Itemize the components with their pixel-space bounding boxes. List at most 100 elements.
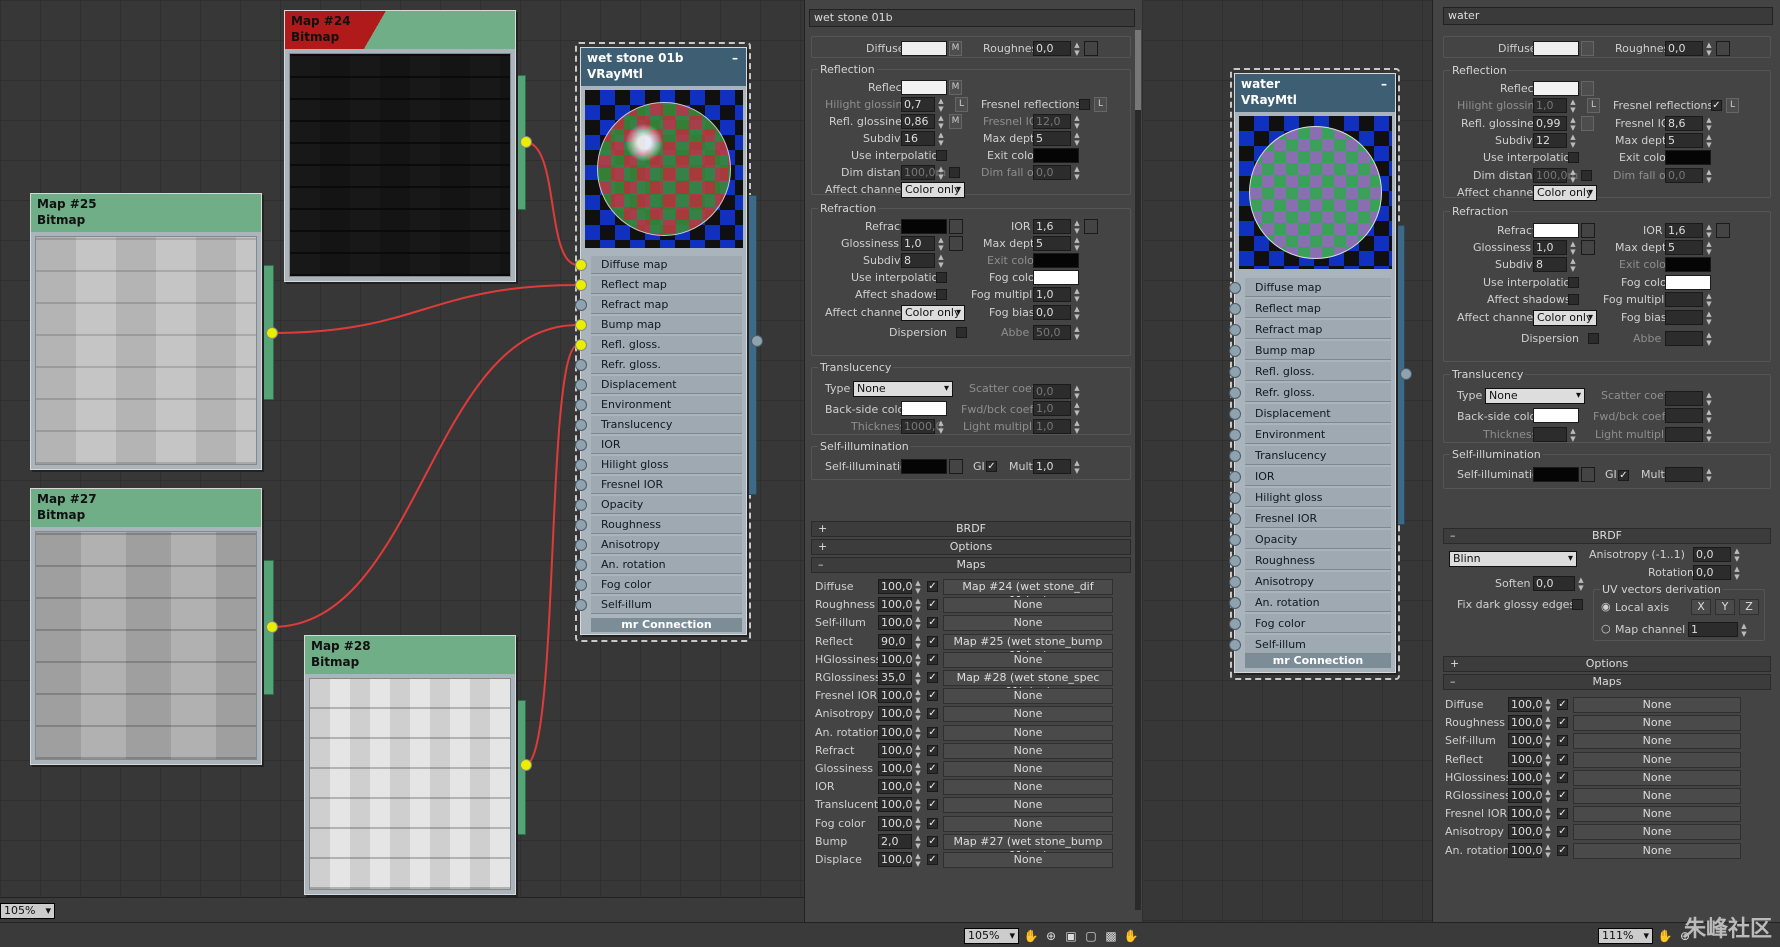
spinner-field[interactable]: 50,0 xyxy=(1033,325,1071,340)
spinner-arrows-icon[interactable]: ▲▼ xyxy=(1073,401,1082,417)
map-slot-button[interactable]: None xyxy=(1573,788,1741,804)
input-socket[interactable] xyxy=(1229,554,1241,567)
spinner-arrows-icon[interactable]: ▲▼ xyxy=(1073,419,1082,435)
map-button[interactable]: L xyxy=(1587,98,1600,113)
map-enable-checkbox[interactable]: ✓ xyxy=(927,835,938,847)
spinner-arrows-icon[interactable]: ▲▼ xyxy=(914,779,923,795)
spinner-field[interactable]: 0,0 xyxy=(1533,576,1575,591)
slot-2[interactable]: Refract map xyxy=(1229,319,1395,340)
input-socket[interactable] xyxy=(575,419,587,431)
minimize-icon[interactable]: – xyxy=(732,50,738,66)
spinner-arrows-icon[interactable]: ▲▼ xyxy=(1705,133,1714,149)
color-swatch[interactable] xyxy=(1665,150,1711,165)
axis-x-button[interactable]: X xyxy=(1691,599,1711,615)
spinner-field[interactable]: 0,7 xyxy=(901,97,935,112)
rollout-toggle-icon[interactable]: + xyxy=(818,540,827,554)
slot-8[interactable]: Translucency xyxy=(1229,445,1395,466)
spinner-arrows-icon[interactable]: ▲▼ xyxy=(914,615,923,631)
color-swatch[interactable] xyxy=(949,219,963,234)
spinner-arrows-icon[interactable]: ▲▼ xyxy=(937,131,946,147)
map-slot-button[interactable]: Map #24 (wet stone_dif 01.jpg) xyxy=(943,579,1113,607)
spinner-arrows-icon[interactable]: ▲▼ xyxy=(1073,114,1082,130)
map-button[interactable]: M xyxy=(949,41,962,56)
map-enable-checkbox[interactable]: ✓ xyxy=(1557,790,1568,801)
slot-4[interactable]: Refl. gloss. xyxy=(575,335,746,355)
node-header[interactable]: Map #25 Bitmap xyxy=(31,194,261,232)
axis-z-button[interactable]: Z xyxy=(1739,599,1759,615)
rollout-toggle-icon[interactable]: – xyxy=(1450,529,1456,543)
spinner-field[interactable] xyxy=(1665,292,1703,307)
output-socket[interactable] xyxy=(1400,368,1412,380)
slot-11[interactable]: Fresnel IOR xyxy=(1229,508,1395,529)
input-socket[interactable] xyxy=(575,479,587,491)
map-enable-checkbox[interactable]: ✓ xyxy=(927,854,938,865)
brdf-type-dropdown[interactable]: Blinn xyxy=(1449,551,1577,567)
slot-6[interactable]: Displacement xyxy=(1229,403,1395,424)
map-enable-checkbox[interactable]: ✓ xyxy=(1557,753,1568,765)
slot-1[interactable]: Reflect map xyxy=(1229,298,1395,319)
map-amount[interactable]: 100,0 xyxy=(1508,733,1543,749)
color-swatch[interactable] xyxy=(1033,270,1079,285)
material-name-field[interactable]: wet stone 01b xyxy=(809,9,1135,27)
spinner-field[interactable]: 100,0m xyxy=(901,165,946,180)
slot-1[interactable]: Reflect map xyxy=(575,275,746,295)
slot-5[interactable]: Refr. gloss. xyxy=(1229,382,1395,403)
map-enable-checkbox[interactable]: ✓ xyxy=(1557,826,1568,838)
checkbox[interactable] xyxy=(1568,277,1579,288)
checkbox[interactable] xyxy=(1568,294,1579,305)
spinner-field[interactable]: 0,0 xyxy=(1033,165,1071,180)
map-amount[interactable]: 100,0 xyxy=(878,706,913,722)
spinner-arrows-icon[interactable]: ▲▼ xyxy=(1705,292,1714,308)
input-socket[interactable] xyxy=(1229,512,1241,525)
map-button[interactable] xyxy=(1581,41,1594,56)
spinner-field[interactable]: 0,99 xyxy=(1533,116,1567,131)
rollout-toggle-icon[interactable]: – xyxy=(818,558,824,572)
dropdown[interactable]: Color only xyxy=(1533,185,1597,201)
spinner-arrows-icon[interactable]: ▲▼ xyxy=(1544,788,1553,804)
spinner-arrows-icon[interactable]: ▲▼ xyxy=(1569,168,1578,184)
rollout-toggle-icon[interactable]: – xyxy=(1450,675,1456,689)
map-slot-button[interactable]: None xyxy=(943,742,1113,759)
color-swatch[interactable] xyxy=(1533,81,1579,96)
slot-9[interactable]: IOR xyxy=(575,435,746,455)
map-slot-button[interactable]: None xyxy=(1573,842,1741,859)
spinner-arrows-icon[interactable]: ▲▼ xyxy=(1544,715,1553,731)
map-amount[interactable]: 100,0 xyxy=(878,688,913,704)
spinner-arrows-icon[interactable]: ▲▼ xyxy=(914,743,923,759)
spinner-arrows-icon[interactable]: ▲▼ xyxy=(914,579,923,595)
map-amount[interactable]: 100,0 xyxy=(878,579,913,594)
map-button[interactable]: L xyxy=(955,97,968,112)
input-socket[interactable] xyxy=(1229,470,1241,483)
color-swatch[interactable] xyxy=(1533,467,1579,482)
checkbox[interactable]: ✓ xyxy=(986,461,997,472)
spinner-arrows-icon[interactable]: ▲▼ xyxy=(1073,165,1082,181)
map-slot-button[interactable]: Map #25 (wet stone_bump 01.jpg) xyxy=(943,633,1113,662)
color-swatch[interactable] xyxy=(901,459,947,474)
map-enable-checkbox[interactable]: ✓ xyxy=(927,690,938,702)
spinner-arrows-icon[interactable]: ▲▼ xyxy=(914,834,923,850)
output-socket[interactable] xyxy=(520,136,532,148)
output-socket[interactable] xyxy=(266,621,278,633)
node-header[interactable]: Map #24 Bitmap xyxy=(285,11,515,49)
checkbox[interactable] xyxy=(949,167,960,178)
pan-icon[interactable]: ✋ xyxy=(1656,927,1674,945)
map-enable-checkbox[interactable]: ✓ xyxy=(1557,771,1568,783)
hide-unused-icon[interactable]: ▩ xyxy=(1102,927,1120,945)
spinner-arrows-icon[interactable]: ▲▼ xyxy=(1569,133,1578,149)
map-amount[interactable]: 100,0 xyxy=(878,815,913,831)
spinner-arrows-icon[interactable]: ▲▼ xyxy=(914,725,923,741)
slot-15[interactable]: An. rotation xyxy=(1229,592,1395,613)
mr-connection-bar[interactable]: mr Connection xyxy=(591,618,742,632)
input-socket[interactable] xyxy=(575,399,587,411)
map-enable-checkbox[interactable]: ✓ xyxy=(927,635,938,647)
vraymtl-node-water[interactable]: water VRayMtl – Diffuse map Reflect map Re… xyxy=(1229,73,1396,673)
checkbox[interactable]: ✓ xyxy=(1618,470,1629,481)
spinner-field[interactable]: 12,0 xyxy=(1033,114,1071,129)
slot-8[interactable]: Translucency xyxy=(575,415,746,435)
spinner-arrows-icon[interactable]: ▲▼ xyxy=(914,706,923,722)
map-slot-button[interactable]: None xyxy=(943,688,1113,705)
map-slot-button[interactable]: None xyxy=(1573,751,1741,768)
checkbox[interactable] xyxy=(1588,333,1599,344)
slot-16[interactable]: Fog color xyxy=(1229,613,1395,634)
slot-13[interactable]: Roughness xyxy=(1229,550,1395,571)
